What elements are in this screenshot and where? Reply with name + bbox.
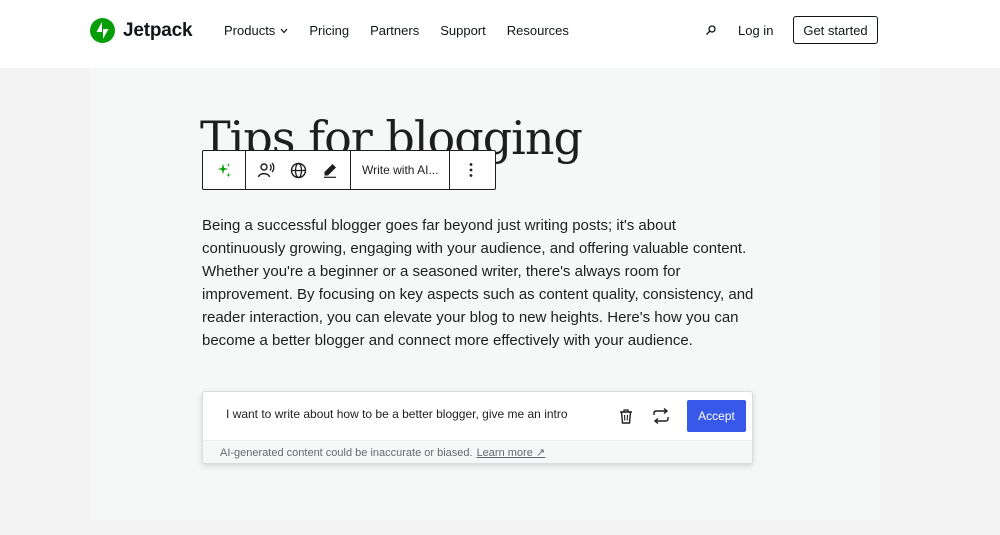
ai-assistant-panel: I want to write about how to be a better… [202,391,753,464]
toolbar-group-write: Write with AI... [351,151,451,189]
regenerate-icon[interactable] [652,407,670,425]
toolbar-group-ai [203,151,246,189]
paragraph-block[interactable]: Being a successful blogger goes far beyo… [202,214,758,353]
nav-support[interactable]: Support [440,23,486,38]
search-icon[interactable] [705,24,717,36]
globe-icon [290,162,306,178]
write-with-ai-button[interactable]: Write with AI... [351,163,449,177]
get-started-button[interactable]: Get started [793,16,878,44]
ai-assistant-button[interactable] [203,151,245,189]
main-nav: Products Pricing Partners Support Resour… [224,23,590,38]
login-link[interactable]: Log in [738,23,773,38]
site-header: Jetpack Products Pricing Partners Suppor… [0,0,1000,68]
brand-name: Jetpack [123,19,193,41]
nav-pricing[interactable]: Pricing [309,23,349,38]
learn-more-link[interactable]: Learn more ↗ [477,447,546,459]
ai-sparkle-icon [217,163,231,178]
block-toolbar: Write with AI... [202,150,496,190]
more-options-button[interactable] [450,151,492,189]
nav-products[interactable]: Products [224,23,288,38]
voice-icon [257,162,275,178]
toolbar-group-tools [246,151,351,189]
translate-button[interactable] [282,151,314,189]
pencil-icon [324,164,336,178]
toolbar-group-more [450,151,492,189]
ai-prompt-text[interactable]: I want to write about how to be a better… [226,407,568,421]
jetpack-bolt-icon [90,18,115,43]
nav-resources[interactable]: Resources [507,23,569,38]
edit-button[interactable] [314,151,346,189]
more-vertical-icon [470,163,473,177]
ai-disclaimer-bar: AI-generated content could be inaccurate… [203,440,752,463]
accept-button[interactable]: Accept [687,400,746,432]
chevron-down-icon [280,28,288,34]
voice-button[interactable] [250,151,282,189]
ai-disclaimer: AI-generated content could be inaccurate… [220,447,546,459]
trash-icon[interactable] [618,408,634,425]
jetpack-logo[interactable]: Jetpack [90,18,193,43]
nav-partners[interactable]: Partners [370,23,419,38]
